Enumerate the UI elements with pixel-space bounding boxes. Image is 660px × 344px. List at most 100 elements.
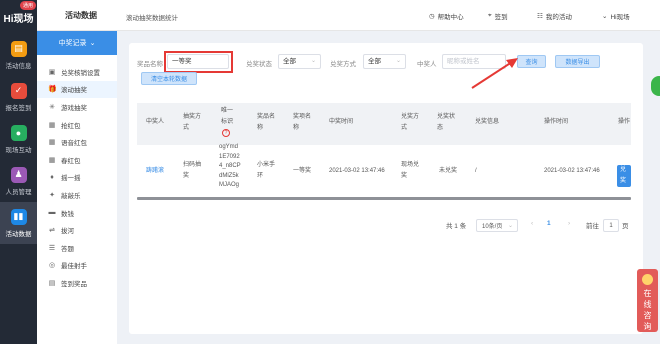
winner-link[interactable]: 踌躇滚 [146, 166, 164, 177]
th-op-time: 操作时间 [544, 119, 569, 125]
consult-char: 线 [643, 300, 652, 309]
sidebar-item-7[interactable]: ✦ 敲敲乐 [37, 186, 117, 204]
sidebar-header[interactable]: 中奖记录 ⌄ [37, 31, 117, 55]
export-button[interactable]: 数据导出 [555, 55, 600, 68]
page-size-select[interactable]: 10条/页 ⌄ [476, 219, 518, 232]
chevron-down-icon: ⌄ [89, 40, 96, 47]
sub-sidebar: 中奖记录 ⌄ ▣ 兑奖核销设置 🎁 滚动抽奖 ✳ 游戏抽奖 ▦ 抢红包 ▦ 语音红包 ▦ 春红包 ♦ 摇一摇… [37, 31, 117, 344]
rail-item-2[interactable]: ● 现场互动 [0, 118, 37, 160]
highlight-box [164, 51, 233, 73]
status-label: 兑奖状态 [246, 61, 272, 68]
consult-char: 询 [643, 322, 652, 331]
prev-page-button[interactable]: ‹ [531, 220, 533, 227]
sidebar-item-8[interactable]: ▬ 数钱 [37, 204, 117, 222]
money-icon: ▬ [48, 209, 56, 217]
sidebar-item-12[interactable]: ▤ 签到奖品 [37, 274, 117, 292]
goto-label: 前往 [586, 223, 599, 230]
chevron-down-icon: ⌄ [507, 223, 513, 229]
sidebar-item-label: 最佳射手 [61, 263, 87, 271]
td-redeem-status: 未兑奖 [439, 168, 458, 174]
next-page-button[interactable]: › [568, 220, 570, 227]
rail-item-label: 报名签到 [5, 104, 32, 112]
winner-label: 中奖人 [417, 61, 437, 68]
sidebar-item-0[interactable]: ▣ 兑奖核销设置 [37, 63, 117, 81]
module-title: 活动数据 [65, 11, 97, 20]
th-prize: 奖品名称 [257, 114, 276, 131]
user-menu[interactable]: ⌄ Hi现场 [602, 11, 630, 21]
rail-item-label: 活动信息 [5, 62, 32, 70]
shake-icon: ♦ [50, 173, 54, 181]
breadcrumb: 滚动抽奖数据统计 [126, 15, 178, 22]
sidebar-item-label: 数钱 [61, 210, 74, 218]
sidebar-item-1[interactable]: 🎁 滚动抽奖 [37, 80, 117, 99]
td-uid: ogYmd1E70924_n8CPdMlZ5kMJAOg [219, 144, 241, 188]
th-redeem-method: 兑奖方式 [401, 114, 420, 131]
method-select[interactable]: 全部 ⌄ [363, 54, 406, 69]
red-envelope-icon: ▦ [48, 121, 56, 129]
my-activity-link[interactable]: ☷ 我的活动 [537, 11, 572, 21]
sidebar-item-6[interactable]: ♦ 摇一摇 [37, 169, 117, 187]
sidebar-item-9[interactable]: ⇌ 拔河 [37, 221, 117, 239]
rail-item-3[interactable]: ♟ 人员管理 [0, 160, 37, 202]
question-icon: ☰ [48, 244, 56, 252]
question-icon: ? [222, 129, 230, 137]
page-size-value: 10条/页 [482, 224, 503, 230]
search-button[interactable]: 查询 [517, 55, 546, 68]
th-winner: 中奖人 [146, 119, 165, 125]
hammer-icon: ✦ [49, 191, 55, 199]
app-logo[interactable]: Hi现场 通用 [0, 0, 37, 34]
sidebar-item-label: 敲敲乐 [61, 192, 81, 200]
sidebar-item-label: 滚动抽奖 [61, 87, 87, 95]
help-label: 帮助中心 [437, 14, 464, 21]
sidebar-item-3[interactable]: ▦ 抢红包 [37, 116, 117, 134]
pagination-total: 共 1 条 [446, 223, 467, 230]
person-icon: ♟ [10, 166, 27, 183]
sidebar-item-label: 兑奖核销设置 [61, 69, 100, 77]
sidebar-item-label: 答题 [61, 245, 74, 253]
bar-chart-icon: ▮▮ [10, 208, 27, 225]
floating-chat-button[interactable] [651, 76, 660, 96]
td-redeem-info: / [475, 168, 477, 174]
sidebar-item-11[interactable]: ◎ 最佳射手 [37, 257, 117, 275]
td-redeem-method: 现场兑奖 [401, 162, 420, 179]
table-row: 踌躇滚 扫码抽奖 ogYmd1E70924_n8CPdMlZ5kMJAOg 小米… [137, 144, 631, 197]
chevron-down-icon: ⌄ [602, 13, 608, 20]
page-unit-label: 页 [622, 223, 629, 230]
sidebar-header-label: 中奖记录 [58, 40, 87, 47]
sidebar-item-label: 摇一摇 [61, 175, 81, 183]
chat-icon: ● [10, 124, 27, 141]
rail-item-0[interactable]: ▤ 活动信息 [0, 34, 37, 76]
my-activity-label: 我的活动 [545, 14, 572, 21]
avatar-icon [642, 274, 653, 285]
td-prize: 小米手环 [257, 162, 276, 179]
table-header: 中奖人 抽奖方式 唯一标识? 奖品名称 奖项名称 中奖时间 兑奖方式 兑奖状态 … [137, 103, 631, 145]
sidebar-item-5[interactable]: ▦ 春红包 [37, 151, 117, 169]
list-icon: ☷ [537, 13, 543, 20]
sidebar-item-label: 游戏抽奖 [61, 104, 87, 112]
horizontal-scrollbar[interactable] [137, 197, 631, 200]
status-select[interactable]: 全部 ⌄ [278, 54, 321, 69]
method-label: 兑奖方式 [330, 61, 356, 68]
th-action: 操作 [618, 119, 631, 125]
sidebar-item-4[interactable]: ▦ 语音红包 [37, 133, 117, 151]
signin-link[interactable]: ⌖ 签到 [488, 11, 508, 21]
rail-item-1[interactable]: ✓ 报名签到 [0, 76, 37, 118]
sidebar-item-10[interactable]: ☰ 答题 [37, 239, 117, 257]
sidebar-item-label: 签到奖品 [61, 280, 87, 288]
voice-envelope-icon: ▦ [48, 139, 56, 147]
consult-char: 咨 [643, 311, 652, 320]
help-center-link[interactable]: ◷ 帮助中心 [429, 11, 464, 21]
redeem-button[interactable]: 兑奖 [617, 165, 631, 187]
th-win-time: 中奖时间 [329, 119, 354, 125]
logo-badge: 通用 [19, 1, 36, 10]
spring-envelope-icon: ▦ [48, 156, 56, 164]
signin-label: 签到 [494, 14, 508, 21]
annotation-arrow [471, 58, 518, 89]
page-number-current[interactable]: 1 [547, 220, 551, 227]
online-consult-button[interactable]: 在 线 咨 询 [637, 269, 658, 332]
sidebar-item-2[interactable]: ✳ 游戏抽奖 [37, 98, 117, 116]
goto-page-input[interactable]: 1 [603, 219, 619, 232]
rail-item-label: 人员管理 [5, 188, 32, 196]
rail-item-4[interactable]: ▮▮ 活动数据 [0, 202, 37, 244]
clear-round-button[interactable]: 清空本轮数据 [141, 72, 197, 85]
